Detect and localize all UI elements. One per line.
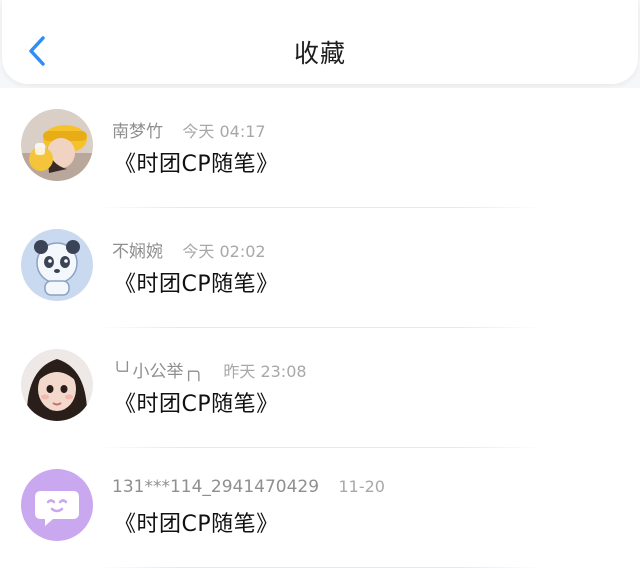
avatar[interactable] (21, 229, 93, 301)
list-item[interactable]: 南梦竹 今天 04:17 《时团CP随笔》 (0, 88, 640, 208)
item-time: 11-20 (338, 477, 385, 496)
favorites-list: 南梦竹 今天 04:17 《时团CP随笔》 不娴婉 今天 02:02 《时团CP… (0, 88, 640, 568)
sender-name: ╰┘小公举┌╮ (112, 362, 204, 382)
item-time: 昨天 23:08 (223, 362, 307, 381)
list-item[interactable]: ╰┘小公举┌╮ 昨天 23:08 《时团CP随笔》 (0, 328, 640, 448)
item-meta: 不娴婉 今天 02:02 (112, 237, 266, 262)
item-meta: 南梦竹 今天 04:17 (112, 117, 266, 142)
item-meta: 131***114_2941470429 11-20 (112, 477, 385, 497)
item-title: 《时团CP随笔》 (114, 152, 279, 177)
item-meta: ╰┘小公举┌╮ 昨天 23:08 (112, 357, 307, 382)
sender-name: 不娴婉 (112, 242, 163, 262)
sender-name: 131***114_2941470429 (112, 477, 320, 497)
item-title: 《时团CP随笔》 (114, 512, 279, 537)
list-item[interactable]: 131***114_2941470429 11-20 《时团CP随笔》 (0, 448, 640, 568)
item-title: 《时团CP随笔》 (114, 392, 279, 417)
avatar[interactable] (21, 469, 93, 541)
list-item[interactable]: 不娴婉 今天 02:02 《时团CP随笔》 (0, 208, 640, 328)
avatar[interactable] (21, 349, 93, 421)
page-title: 收藏 (293, 39, 346, 68)
avatar[interactable] (21, 109, 93, 181)
item-time: 今天 04:17 (182, 122, 266, 141)
item-time: 今天 02:02 (182, 242, 266, 261)
app-header: 收藏 (2, 0, 638, 84)
sender-name: 南梦竹 (112, 122, 163, 142)
item-title: 《时团CP随笔》 (114, 272, 279, 297)
